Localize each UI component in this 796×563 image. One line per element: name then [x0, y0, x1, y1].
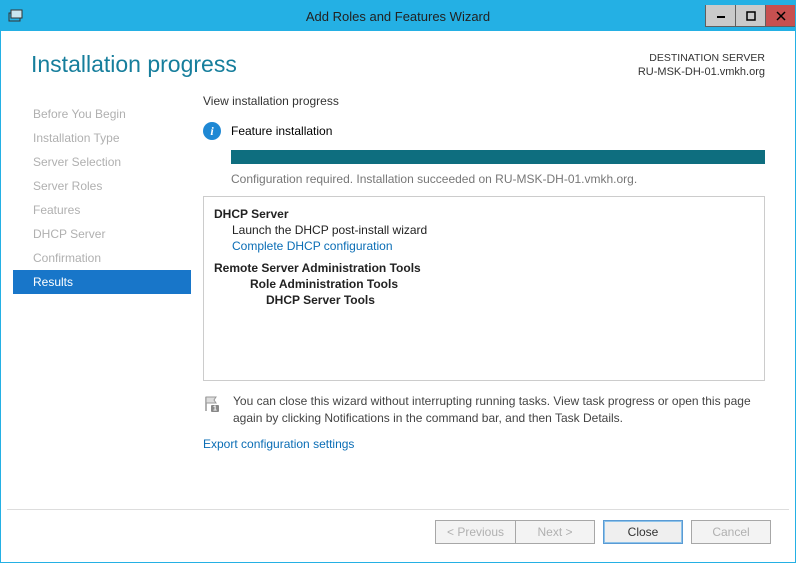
footnote-text: You can close this wizard without interr…: [233, 393, 765, 427]
info-icon: i: [203, 122, 221, 140]
wizard-sidebar: Before You Begin Installation Type Serve…: [13, 90, 191, 509]
close-window-button[interactable]: [765, 5, 795, 27]
detail-launch-text: Launch the DHCP post-install wizard: [232, 223, 754, 237]
maximize-button[interactable]: [735, 5, 765, 27]
destination-value: RU-MSK-DH-01.vmkh.org: [638, 65, 765, 80]
sidebar-item-dhcp-server: DHCP Server: [13, 222, 191, 246]
destination-server: DESTINATION SERVER RU-MSK-DH-01.vmkh.org: [638, 51, 765, 80]
server-manager-icon: [7, 7, 25, 25]
sidebar-item-results: Results: [13, 270, 191, 294]
complete-dhcp-link[interactable]: Complete DHCP configuration: [232, 239, 754, 253]
main-subheading: View installation progress: [203, 94, 765, 108]
sidebar-item-before-you-begin: Before You Begin: [13, 102, 191, 126]
titlebar: Add Roles and Features Wizard: [1, 1, 795, 31]
sidebar-item-features: Features: [13, 198, 191, 222]
svg-text:1: 1: [213, 406, 217, 413]
sidebar-item-installation-type: Installation Type: [13, 126, 191, 150]
sidebar-item-server-selection: Server Selection: [13, 150, 191, 174]
destination-label: DESTINATION SERVER: [638, 51, 765, 65]
notifications-flag-icon: 1: [203, 395, 221, 413]
main-panel: View installation progress i Feature ins…: [191, 90, 781, 509]
page-title: Installation progress: [31, 51, 237, 78]
sidebar-item-confirmation: Confirmation: [13, 246, 191, 270]
detail-rsat: Remote Server Administration Tools: [214, 261, 754, 275]
install-details: DHCP Server Launch the DHCP post-install…: [203, 196, 765, 381]
progress-bar: [231, 150, 765, 164]
status-text: Configuration required. Installation suc…: [231, 172, 765, 186]
window-title: Add Roles and Features Wizard: [306, 9, 490, 24]
detail-dhcp-server: DHCP Server: [214, 207, 754, 221]
next-button: Next >: [515, 520, 595, 544]
minimize-button[interactable]: [705, 5, 735, 27]
detail-dhcp-tools: DHCP Server Tools: [266, 293, 754, 307]
sidebar-item-server-roles: Server Roles: [13, 174, 191, 198]
detail-role-admin: Role Administration Tools: [250, 277, 754, 291]
previous-button: < Previous: [435, 520, 515, 544]
export-config-link[interactable]: Export configuration settings: [203, 437, 765, 451]
wizard-footer: < Previous Next > Close Cancel: [7, 509, 789, 556]
feature-install-label: Feature installation: [231, 124, 332, 138]
cancel-button: Cancel: [691, 520, 771, 544]
close-button[interactable]: Close: [603, 520, 683, 544]
